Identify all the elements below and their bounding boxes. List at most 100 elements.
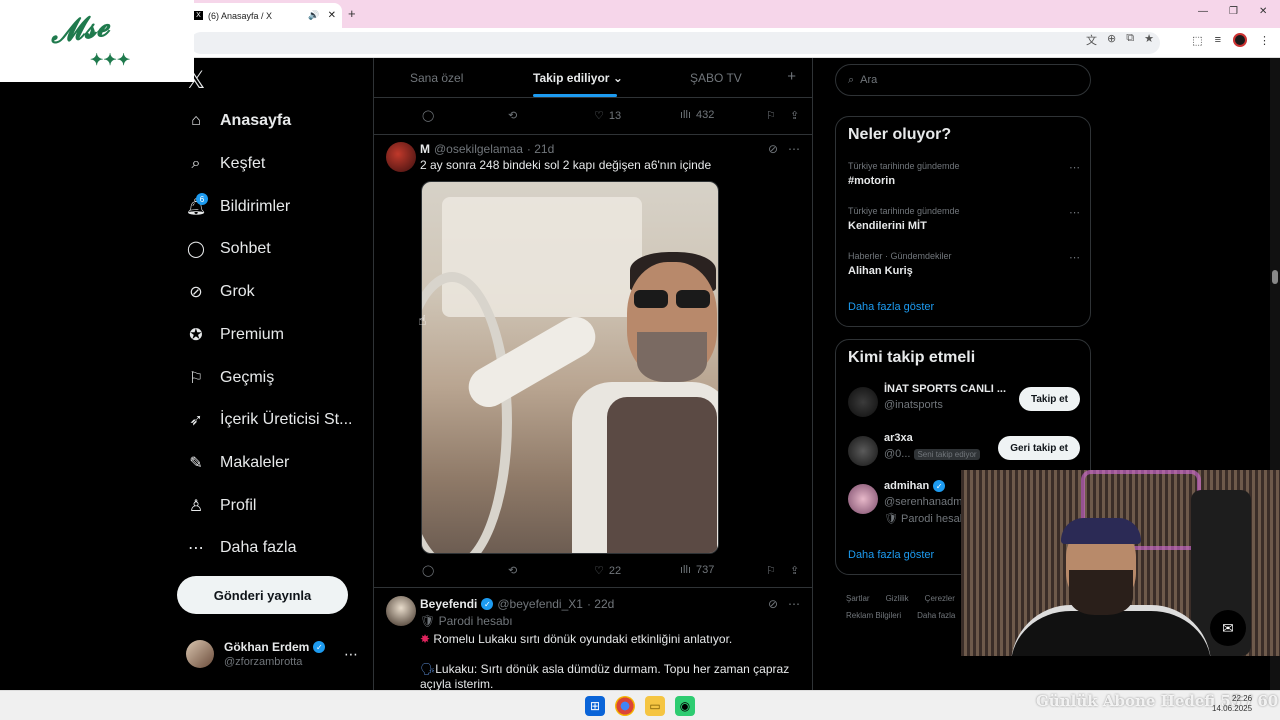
nav-item-home[interactable]: ⌂ Anasayfa <box>186 101 366 141</box>
avatar <box>848 484 878 514</box>
views-icon: ıllı <box>680 564 691 576</box>
trend-title: Alihan Kuriş <box>848 265 913 277</box>
menu-kebab-icon[interactable]: ⋮ <box>1259 34 1270 47</box>
avatar[interactable] <box>386 142 416 172</box>
premium-icon: ✪ <box>189 327 203 344</box>
bookmark-icon[interactable]: ⚐ <box>766 109 776 122</box>
nav-item-creator-studio[interactable]: ➶ İçerik Üreticisi St... <box>186 400 366 440</box>
footer-ads[interactable]: Reklam Bilgileri <box>846 611 901 620</box>
grok-icon[interactable]: ⊘ <box>768 597 778 611</box>
grok-icon[interactable]: ⊘ <box>768 142 778 156</box>
app-icon[interactable]: ◉ <box>675 696 695 716</box>
trend-item[interactable]: Haberler · Gündemdekiler Alihan Kuriş ⋯ <box>848 251 1080 277</box>
nav-item-chat[interactable]: ◯ Sohbet <box>186 229 366 269</box>
add-tab-icon[interactable]: + <box>787 68 796 85</box>
like-count: 13 <box>608 109 622 122</box>
man-beard <box>637 332 707 382</box>
scrollbar-thumb[interactable] <box>1272 270 1278 284</box>
windows-start-icon[interactable]: ⊞ <box>585 696 605 716</box>
trend-more-icon[interactable]: ⋯ <box>1069 161 1080 174</box>
more-icon[interactable]: ⋯ <box>788 142 800 156</box>
share-icon[interactable]: ⇪ <box>790 109 799 122</box>
author-name[interactable]: M <box>420 142 430 156</box>
tab-for-you[interactable]: Sana özel <box>410 71 463 85</box>
taskbar-icons: ⊞ ▭ ◉ <box>585 696 695 716</box>
star-icon[interactable]: ★ <box>1144 32 1154 48</box>
like-button[interactable]: ♡ 13 <box>594 109 622 123</box>
author-handle[interactable]: @beyefendi_X1 <box>497 597 583 611</box>
tweet-header: Beyefendi ✓ @beyefendi_X1 · 22d <box>420 597 614 611</box>
home-icon: ⌂ <box>191 112 201 129</box>
translate-icon[interactable]: 文 <box>1086 32 1097 48</box>
install-icon[interactable]: ⧉ <box>1126 32 1134 48</box>
media-icon[interactable]: ≡ <box>1215 34 1221 46</box>
trend-more-icon[interactable]: ⋯ <box>1069 251 1080 264</box>
retweet-icon[interactable]: ⟲ <box>508 564 517 577</box>
share-icon[interactable]: ⇪ <box>790 564 799 577</box>
nav-label: Sohbet <box>220 240 271 257</box>
views-button[interactable]: ıllı 737 <box>680 564 714 576</box>
close-tab-icon[interactable]: ✕ <box>328 10 336 21</box>
nav-item-notifications[interactable]: 🔔︎ 6 Bildirimler <box>186 187 366 227</box>
x-favicon-icon: X <box>194 11 203 20</box>
show-more-link[interactable]: Daha fazla göster <box>848 301 934 313</box>
verified-badge-icon: ✓ <box>933 480 946 492</box>
minimize-icon[interactable]: — <box>1198 6 1208 17</box>
tab-following[interactable]: Takip ediliyor ⌄ <box>533 71 623 85</box>
extensions-icon[interactable]: ⬚ <box>1192 34 1202 47</box>
author-handle[interactable]: @osekilgelamaa <box>434 142 523 156</box>
footer-terms[interactable]: Şartlar <box>846 594 870 603</box>
footer-cookies[interactable]: Çerezler <box>925 594 955 603</box>
tweet-time[interactable]: · 22d <box>587 597 614 611</box>
restore-icon[interactable]: ❐ <box>1229 6 1238 17</box>
nav-item-explore[interactable]: ⌕ Keşfet <box>186 144 366 184</box>
browser-tab[interactable]: X (6) Anasayfa / X 🔊 ✕ <box>186 3 342 28</box>
bookmark-icon[interactable]: ⚐ <box>766 564 776 577</box>
footer-privacy[interactable]: Gizlilik <box>886 594 909 603</box>
nav-item-more[interactable]: ⋯ Daha fazla <box>186 528 366 568</box>
user-name-row: admihan ✓ <box>884 480 946 492</box>
address-bar[interactable] <box>190 32 1160 54</box>
like-button[interactable]: ♡ 22 <box>594 564 621 578</box>
nav-item-bookmarks[interactable]: ⚐ Geçmiş <box>186 358 366 398</box>
follow-button[interactable]: Takip et <box>1018 387 1080 411</box>
trend-item[interactable]: Türkiye tarihinde gündemde #motorin ⋯ <box>848 161 1080 187</box>
suggested-user[interactable]: ar3xa @0... Seni takip ediyor Geri takip … <box>848 432 1080 472</box>
chrome-icon[interactable] <box>615 696 635 716</box>
account-switcher[interactable]: Gökhan Erdem ✓ @zforzambrotta ⋯ <box>186 640 362 668</box>
tweet-video[interactable] <box>421 181 719 554</box>
post-button[interactable]: Gönderi yayınla <box>177 576 348 614</box>
follows-you-tag: Seni takip ediyor <box>914 448 980 460</box>
retweet-icon[interactable]: ⟲ <box>508 109 517 122</box>
profile-avatar-icon[interactable] <box>1233 33 1247 47</box>
nav-item-articles[interactable]: ✎ Makaleler <box>186 443 366 483</box>
trend-item[interactable]: Türkiye tarihinde gündemde Kendilerini M… <box>848 206 1080 232</box>
show-more-link[interactable]: Daha fazla göster <box>848 549 934 561</box>
follow-back-button[interactable]: Geri takip et <box>998 436 1080 460</box>
views-button[interactable]: ıllı 432 <box>680 109 714 121</box>
nav-item-grok[interactable]: ⊘ Grok <box>186 272 366 312</box>
reply-icon[interactable]: ◯ <box>422 564 434 577</box>
search-input[interactable]: ⌕ Ara <box>835 64 1091 96</box>
folder-icon[interactable]: ▭ <box>645 696 665 716</box>
tab-sabo-tv[interactable]: ŞABO TV <box>690 71 742 85</box>
footer-more[interactable]: Daha fazla <box>917 611 955 620</box>
trend-more-icon[interactable]: ⋯ <box>1069 206 1080 219</box>
parody-label: 🛡︎ Parodi hesab <box>884 512 966 525</box>
who-to-follow-title: Kimi takip etmeli <box>848 349 976 366</box>
logo-mark: ✦✦✦ <box>90 50 131 69</box>
speaker-icon[interactable]: 🔊 <box>308 10 319 21</box>
nav-item-premium[interactable]: ✪ Premium <box>186 315 366 355</box>
tweet-time[interactable]: · 21d <box>527 142 554 156</box>
new-tab-button[interactable]: + <box>348 6 356 21</box>
nav-item-profile[interactable]: ♙ Profil <box>186 486 366 526</box>
more-icon[interactable]: ⋯ <box>788 597 800 611</box>
window-close-icon[interactable]: ✕ <box>1259 6 1267 17</box>
reply-icon[interactable]: ◯ <box>422 109 434 122</box>
messages-icon[interactable]: ✉ <box>1210 610 1246 646</box>
avatar[interactable] <box>386 596 416 626</box>
zoom-icon[interactable]: ⊕ <box>1107 32 1116 48</box>
suggested-user[interactable]: İNAT SPORTS CANLI ... @inatsports Takip … <box>848 383 1080 423</box>
account-more-icon[interactable]: ⋯ <box>344 646 358 663</box>
author-name[interactable]: Beyefendi <box>420 597 477 611</box>
